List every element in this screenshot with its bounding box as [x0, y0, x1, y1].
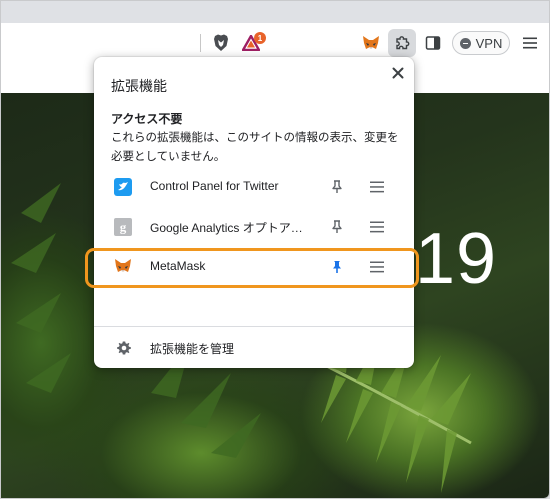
extension-row-google-analytics[interactable]: g Google Analytics オプトアウト アドオン: [102, 209, 406, 245]
pin-outline-icon: [332, 180, 342, 193]
puzzle-piece-icon: [396, 36, 410, 50]
browser-window: 1 VPN 19 拡張機能 アクセス不要 これらの拡張機能は、このサイトの情報の…: [0, 0, 550, 499]
hamburger-menu-icon: [370, 221, 384, 233]
metamask-fox-icon: [363, 36, 379, 49]
google-analytics-icon: g: [114, 218, 132, 236]
manage-extensions-link[interactable]: 拡張機能を管理: [102, 335, 406, 361]
clock-time: 19: [415, 219, 498, 299]
extension-menu-button[interactable]: [368, 218, 386, 236]
section-description: これらの拡張機能は、このサイトの情報の表示、変更を必要としていません。: [111, 132, 399, 163]
extension-menu-button[interactable]: [368, 258, 386, 276]
svg-text:g: g: [120, 220, 127, 235]
pin-button[interactable]: [328, 218, 346, 236]
popup-divider: [94, 326, 414, 327]
vpn-status-icon: [459, 37, 471, 49]
vpn-label: VPN: [475, 35, 503, 51]
pin-filled-icon: [333, 261, 341, 273]
rewards-notification-badge: 1: [254, 32, 266, 44]
extension-row-metamask[interactable]: MetaMask: [102, 249, 406, 285]
pin-button[interactable]: [328, 178, 346, 196]
brave-shields-button[interactable]: [207, 29, 235, 57]
extension-name: Control Panel for Twitter: [150, 179, 279, 193]
popup-title: 拡張機能: [111, 78, 167, 94]
extension-row-control-panel[interactable]: Control Panel for Twitter: [102, 169, 406, 205]
hamburger-menu-icon: [523, 37, 537, 49]
sidebar-panel-icon: [425, 36, 441, 50]
brave-lion-icon: [214, 34, 228, 51]
close-button[interactable]: [388, 63, 408, 83]
extension-menu-button[interactable]: [368, 178, 386, 196]
pin-outline-icon: [332, 220, 342, 233]
gear-icon: [116, 340, 132, 356]
sidebar-toggle-button[interactable]: [419, 29, 447, 57]
close-icon: [392, 67, 404, 79]
extension-name: MetaMask: [150, 259, 206, 273]
vpn-button[interactable]: VPN: [452, 31, 510, 55]
twitter-bird-icon: [114, 178, 132, 196]
section-heading: アクセス不要: [111, 112, 183, 126]
hamburger-menu-icon: [370, 261, 384, 273]
manage-extensions-label: 拡張機能を管理: [150, 342, 235, 356]
extensions-menu-popup: 拡張機能 アクセス不要 これらの拡張機能は、このサイトの情報の表示、変更を必要と…: [94, 57, 414, 368]
metamask-toolbar-button[interactable]: [357, 29, 385, 57]
metamask-fox-icon: [114, 258, 132, 276]
main-menu-button[interactable]: [516, 29, 544, 57]
browser-toolbar: 1 VPN: [1, 1, 549, 60]
toolbar-divider: [200, 34, 201, 52]
hamburger-menu-icon: [370, 181, 384, 193]
pin-button[interactable]: [328, 258, 346, 276]
extensions-button[interactable]: [388, 29, 416, 57]
tab-strip: [1, 1, 549, 23]
extension-name: Google Analytics オプトアウト アドオン: [150, 221, 312, 235]
